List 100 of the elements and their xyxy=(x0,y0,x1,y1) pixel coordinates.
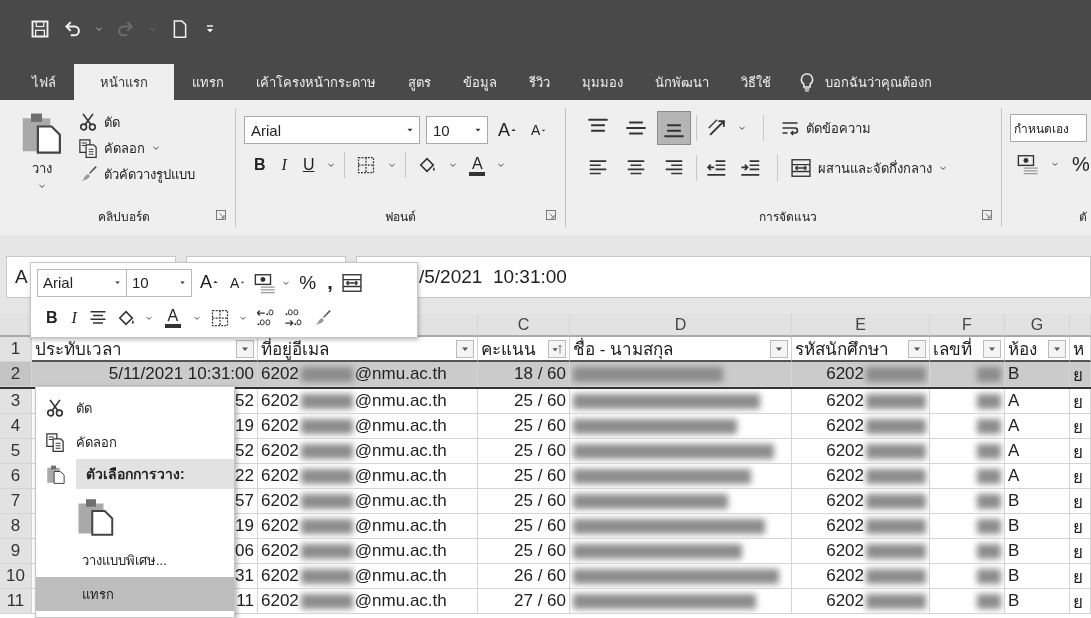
student-id-prefix-text: 6202 xyxy=(826,391,864,411)
merge-cells-icon xyxy=(790,157,812,179)
border-icon xyxy=(209,307,230,328)
paste-button[interactable]: วาง xyxy=(20,108,64,191)
number-format-dropdown[interactable]: กำหนดเอง xyxy=(1010,114,1087,142)
dialog-launcher-icon[interactable] xyxy=(981,209,993,221)
font-color-button[interactable]: A xyxy=(466,154,489,176)
redacted-blur xyxy=(866,418,926,434)
wrap-text-button[interactable]: ตัดข้อความ xyxy=(780,116,871,140)
undo-icon xyxy=(62,19,82,39)
column-header[interactable]: G xyxy=(1005,314,1070,337)
redacted-blur xyxy=(977,543,1001,559)
filter-button[interactable] xyxy=(548,339,566,358)
grow-font-button[interactable]: A xyxy=(197,270,222,295)
row-header[interactable]: 2 xyxy=(0,362,32,387)
student-id-prefix-text: 6202 xyxy=(826,541,864,561)
email-domain-text: @nmu.ac.th xyxy=(354,591,447,611)
ribbon-tab[interactable]: นักพัฒนา xyxy=(641,64,723,100)
column-header-text: ชื่อ - นามสกุล xyxy=(573,337,674,360)
email-domain-text: @nmu.ac.th xyxy=(354,566,447,586)
filter-button[interactable] xyxy=(770,339,788,358)
ribbon-tab[interactable]: เค้าโครงหน้ากระดาษ xyxy=(242,64,390,100)
font-size-dropdown[interactable]: 10 xyxy=(126,268,192,297)
paste-icon xyxy=(46,464,66,484)
comma-style-button[interactable]: , xyxy=(324,269,336,296)
save-button[interactable] xyxy=(30,19,50,39)
increase-decimal-button[interactable] xyxy=(255,307,276,328)
undo-button[interactable] xyxy=(62,19,82,39)
grow-font-button[interactable]: A xyxy=(494,117,521,143)
row-header[interactable]: 1 xyxy=(0,337,32,362)
filter-button[interactable] xyxy=(983,339,1001,358)
dialog-launcher-icon[interactable] xyxy=(545,209,557,221)
redacted-blur xyxy=(300,543,353,559)
row-header[interactable]: 6 xyxy=(0,464,32,489)
ribbon-tab[interactable]: หน้าแรก xyxy=(74,64,174,100)
dialog-launcher-icon[interactable] xyxy=(215,209,227,221)
ribbon-tab[interactable]: แทรก xyxy=(178,64,238,100)
decimal-arrow-icon xyxy=(283,307,304,328)
filter-button[interactable] xyxy=(1048,339,1066,358)
row-header[interactable]: 5 xyxy=(0,439,32,464)
row-header[interactable]: 8 xyxy=(0,514,32,539)
percent-button[interactable]: % xyxy=(1068,150,1091,178)
merge-center-button[interactable]: ผสานและจัดกึ่งกลาง xyxy=(790,156,932,180)
borders-button[interactable] xyxy=(209,307,230,328)
tell-me-search[interactable]: บอกฉันว่าคุณต้องก xyxy=(825,71,932,93)
underline-button[interactable]: U xyxy=(298,154,319,176)
email-domain-text: @nmu.ac.th xyxy=(354,541,447,561)
bold-button[interactable]: B xyxy=(250,154,270,176)
copy-button[interactable]: คัดลอก xyxy=(78,136,195,160)
group-label: การจัดแนว xyxy=(758,208,817,226)
row-header[interactable]: 9 xyxy=(0,539,32,564)
font-color-button[interactable]: A xyxy=(161,305,184,330)
shrink-font-button[interactable]: A xyxy=(227,272,250,293)
row-header[interactable]: 4 xyxy=(0,414,32,439)
redacted-blur xyxy=(977,468,1001,484)
ribbon-tab[interactable]: วิธีใช้ xyxy=(727,64,785,100)
decrease-decimal-button[interactable] xyxy=(283,307,304,328)
accounting-format-button[interactable] xyxy=(254,271,277,294)
menu-item[interactable]: แทรก xyxy=(36,577,234,611)
row-header[interactable]: 7 xyxy=(0,489,32,514)
filter-button[interactable] xyxy=(236,339,254,358)
ribbon-tab[interactable]: มุมมอง xyxy=(568,64,637,100)
indent-icon xyxy=(740,157,762,179)
redacted-blur xyxy=(977,366,1001,382)
filter-button[interactable] xyxy=(456,339,474,358)
column-header[interactable]: C xyxy=(478,314,570,337)
column-header[interactable]: F xyxy=(930,314,1005,337)
font-size-dropdown[interactable]: 10 xyxy=(426,116,488,144)
column-header[interactable]: D xyxy=(570,314,792,337)
formula-input[interactable]: /5/2021 10:31:00 xyxy=(356,256,1091,298)
redacted-blur xyxy=(866,493,926,509)
filter-button[interactable] xyxy=(908,339,926,358)
table-row[interactable]: 2 5/11/2021 10:31:00 6202 @nmu.ac.th 18 / 60 6202 B ย xyxy=(0,362,1091,389)
row-header[interactable]: 3 xyxy=(0,389,32,414)
merge-center-button[interactable] xyxy=(340,271,363,294)
bottom-align-button[interactable] xyxy=(658,112,690,144)
redo-icon xyxy=(116,19,136,39)
redacted-blur xyxy=(300,366,353,382)
redacted-blur xyxy=(977,568,1001,584)
redacted-blur xyxy=(866,443,926,459)
row-header[interactable]: 11 xyxy=(0,589,32,614)
ribbon-tab[interactable]: ไฟล์ xyxy=(18,64,70,100)
percent-button[interactable]: % xyxy=(296,269,320,296)
shrink-font-button[interactable]: A xyxy=(527,120,552,140)
font-name-dropdown[interactable]: Arial xyxy=(37,268,127,297)
redacted-blur xyxy=(866,468,926,484)
column-header[interactable]: E xyxy=(792,314,930,337)
row-header[interactable]: 10 xyxy=(0,564,32,589)
italic-button[interactable]: I xyxy=(68,306,80,329)
ribbon-tab[interactable]: รีวิว xyxy=(515,64,564,100)
font-name-dropdown[interactable]: Arial xyxy=(244,116,420,144)
format-painter-button[interactable]: ตัวคัดวางรูปแบบ xyxy=(78,162,195,186)
ribbon-tab[interactable]: สูตร xyxy=(394,64,445,100)
student-id-prefix-text: 6202 xyxy=(826,416,864,436)
ribbon-tab[interactable]: ข้อมูล xyxy=(449,64,511,100)
bold-button[interactable]: B xyxy=(43,306,61,329)
italic-button[interactable]: I xyxy=(277,154,291,176)
student-id-prefix-text: 6202 xyxy=(826,566,864,586)
dropdown-arrow-icon xyxy=(178,278,187,287)
cut-button[interactable]: ตัด xyxy=(78,110,195,134)
